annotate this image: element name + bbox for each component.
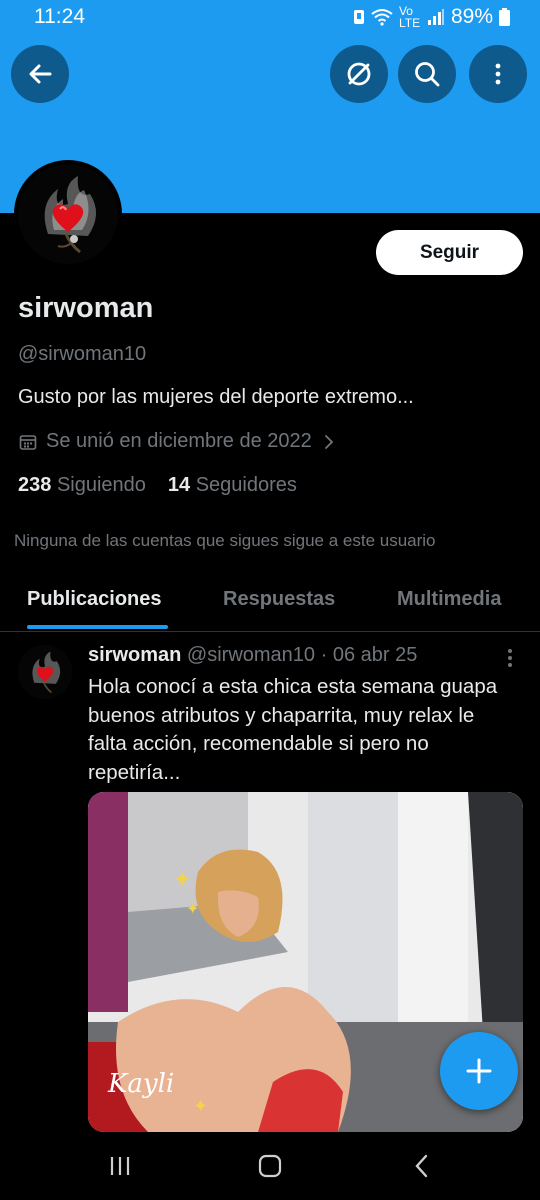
blocked-icon: [347, 62, 371, 86]
followers-label: Seguidores: [195, 474, 297, 496]
blocked-button[interactable]: [330, 45, 388, 103]
home-button[interactable]: [250, 1150, 290, 1182]
svg-text:✦: ✦: [186, 899, 199, 918]
tab-respuestas[interactable]: Respuestas: [223, 588, 335, 611]
following-label: Siguiendo: [56, 474, 146, 496]
more-vertical-icon: [495, 63, 501, 85]
tab-multimedia[interactable]: Multimedia: [397, 588, 501, 611]
search-button[interactable]: [398, 45, 456, 103]
post-separator: ·: [320, 644, 328, 666]
status-indicators: Vo LTE 89%: [353, 5, 510, 29]
home-icon: [258, 1154, 282, 1178]
followers-link[interactable]: 14 Seguidores: [168, 474, 297, 497]
followers-count: 14: [167, 474, 191, 496]
profile-handle: @sirwoman10: [18, 343, 147, 365]
back-button[interactable]: [11, 45, 69, 103]
profile-avatar[interactable]: [14, 160, 122, 268]
post-text-line: Hola conocí a esta chica esta semana gua…: [88, 675, 498, 698]
more-options-button[interactable]: [469, 45, 527, 103]
post-date[interactable]: 06 abr 25: [333, 644, 418, 666]
arrow-left-icon: [29, 64, 52, 84]
post-more-button[interactable]: [500, 646, 520, 670]
media-watermark: Kayli: [107, 1069, 174, 1099]
post-text-line: repetiría...: [88, 760, 181, 784]
profile-display-name: sirwoman: [18, 292, 154, 324]
post-author-handle[interactable]: @sirwoman10: [187, 644, 315, 666]
more-vertical-icon: [508, 649, 512, 667]
post-text-line: buenos atributos y chaparrita, muy relax…: [88, 703, 475, 727]
active-tab-indicator: [27, 625, 168, 629]
post-avatar-image: [18, 645, 72, 699]
recents-icon: [110, 1157, 130, 1175]
follow-stats: 238 Siguiendo 14 Seguidores: [18, 474, 297, 497]
compose-fab[interactable]: [440, 1032, 518, 1110]
profile-bio: Gusto por las mujeres del deporte extrem…: [18, 386, 414, 408]
joined-date-row[interactable]: Se unió en diciembre de 2022: [18, 430, 338, 453]
joined-date-text: Se unió en diciembre de 2022: [46, 430, 312, 452]
signal-icon: [427, 9, 444, 25]
battery-icon: [499, 8, 510, 26]
battery-percent: 89%: [450, 5, 493, 28]
status-bar: 11:24 Vo LTE 89%: [0, 0, 540, 32]
network-label: Vo LTE: [398, 4, 421, 30]
system-nav-bar: [0, 1132, 540, 1200]
plus-icon: [466, 1058, 492, 1084]
tab-publicaciones[interactable]: Publicaciones: [27, 588, 162, 611]
chevron-right-icon: [324, 434, 334, 449]
search-icon: [415, 62, 440, 87]
following-link[interactable]: 238 Siguiendo: [18, 474, 146, 497]
post-text-line: falta acción, recomendable si pero no: [88, 732, 429, 755]
recents-button[interactable]: [100, 1150, 140, 1182]
avatar-image: [18, 164, 118, 264]
mutual-followers-note: Ninguna de las cuentas que sigues sigue …: [14, 531, 436, 550]
system-back-button[interactable]: [402, 1150, 442, 1182]
post-author-avatar[interactable]: [18, 645, 72, 699]
post-author-name[interactable]: sirwoman: [88, 644, 181, 666]
wifi-icon: [371, 9, 393, 26]
back-icon: [415, 1154, 428, 1178]
svg-text:✦: ✦: [193, 1096, 208, 1117]
profile-tabs: Publicaciones Respuestas Multimedia: [0, 570, 540, 632]
following-count: 238: [18, 474, 52, 496]
svg-text:✦: ✦: [173, 868, 191, 893]
follow-button[interactable]: Seguir: [376, 230, 523, 275]
status-time: 11:24: [34, 5, 85, 28]
calendar-icon: [19, 434, 37, 450]
notification-icon: [353, 10, 364, 24]
post-header: sirwoman @sirwoman10 · 06 abr 25: [88, 644, 417, 667]
post-text: Hola conocí a esta chica esta semana gua…: [88, 673, 528, 787]
